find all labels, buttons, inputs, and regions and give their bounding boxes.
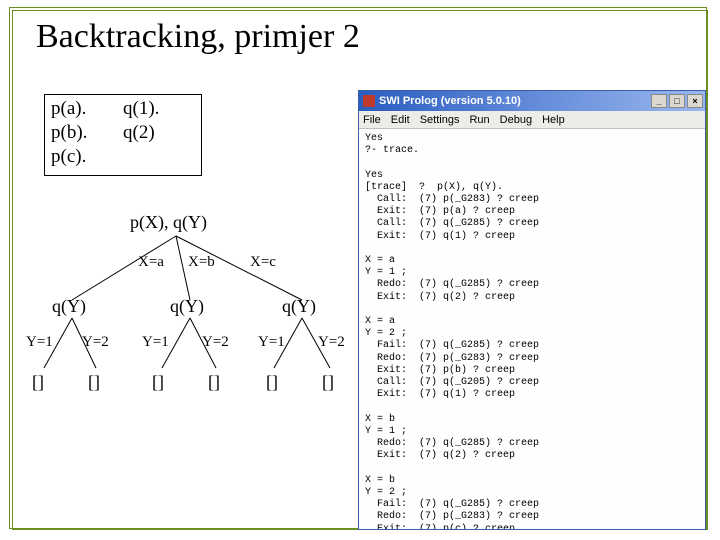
maximize-button[interactable]: □ <box>669 94 685 108</box>
leaf-y-2-a: Y=2 <box>82 334 109 351</box>
leaf-6: [] <box>322 372 334 393</box>
subgoal-1: q(Y) <box>52 296 86 317</box>
tree-root: p(X), q(Y) <box>130 212 207 233</box>
fact-q-1: q(1). <box>123 97 195 121</box>
fact-q-2: q(2) <box>123 121 195 145</box>
subgoal-3: q(Y) <box>282 296 316 317</box>
branch-x-b: X=b <box>188 254 215 271</box>
menu-file[interactable]: File <box>363 114 381 126</box>
menu-edit[interactable]: Edit <box>391 114 410 126</box>
prolog-menubar: File Edit Settings Run Debug Help <box>359 111 705 129</box>
facts-box: p(a). q(1). p(b). q(2) p(c). <box>44 94 202 176</box>
leaf-3: [] <box>152 372 164 393</box>
leaf-y-2-b: Y=2 <box>202 334 229 351</box>
branch-x-a: X=a <box>138 254 164 271</box>
prolog-console[interactable]: Yes ?- trace. Yes [trace] ? p(X), q(Y). … <box>359 129 705 529</box>
menu-settings[interactable]: Settings <box>420 114 460 126</box>
leaf-2: [] <box>88 372 100 393</box>
menu-run[interactable]: Run <box>469 114 489 126</box>
leaf-y-1-b: Y=1 <box>142 334 169 351</box>
search-tree: p(X), q(Y) X=a X=b X=c q(Y) q(Y) q(Y) Y=… <box>26 210 350 520</box>
prolog-titlebar[interactable]: SWI Prolog (version 5.0.10) _ □ × <box>359 91 705 111</box>
leaf-1: [] <box>32 372 44 393</box>
window-title: SWI Prolog (version 5.0.10) <box>379 95 521 107</box>
leaf-y-1-a: Y=1 <box>26 334 53 351</box>
menu-help[interactable]: Help <box>542 114 565 126</box>
subgoal-2: q(Y) <box>170 296 204 317</box>
leaf-4: [] <box>208 372 220 393</box>
leaf-y-1-c: Y=1 <box>258 334 285 351</box>
slide-title: Backtracking, primjer 2 <box>30 18 366 56</box>
leaf-5: [] <box>266 372 278 393</box>
menu-debug[interactable]: Debug <box>500 114 532 126</box>
branch-x-c: X=c <box>250 254 276 271</box>
fact-p-a: p(a). <box>51 97 123 121</box>
app-icon <box>363 95 375 107</box>
fact-p-c: p(c). <box>51 145 123 169</box>
minimize-button[interactable]: _ <box>651 94 667 108</box>
close-button[interactable]: × <box>687 94 703 108</box>
leaf-y-2-c: Y=2 <box>318 334 345 351</box>
fact-p-b: p(b). <box>51 121 123 145</box>
prolog-window: SWI Prolog (version 5.0.10) _ □ × File E… <box>358 90 706 530</box>
